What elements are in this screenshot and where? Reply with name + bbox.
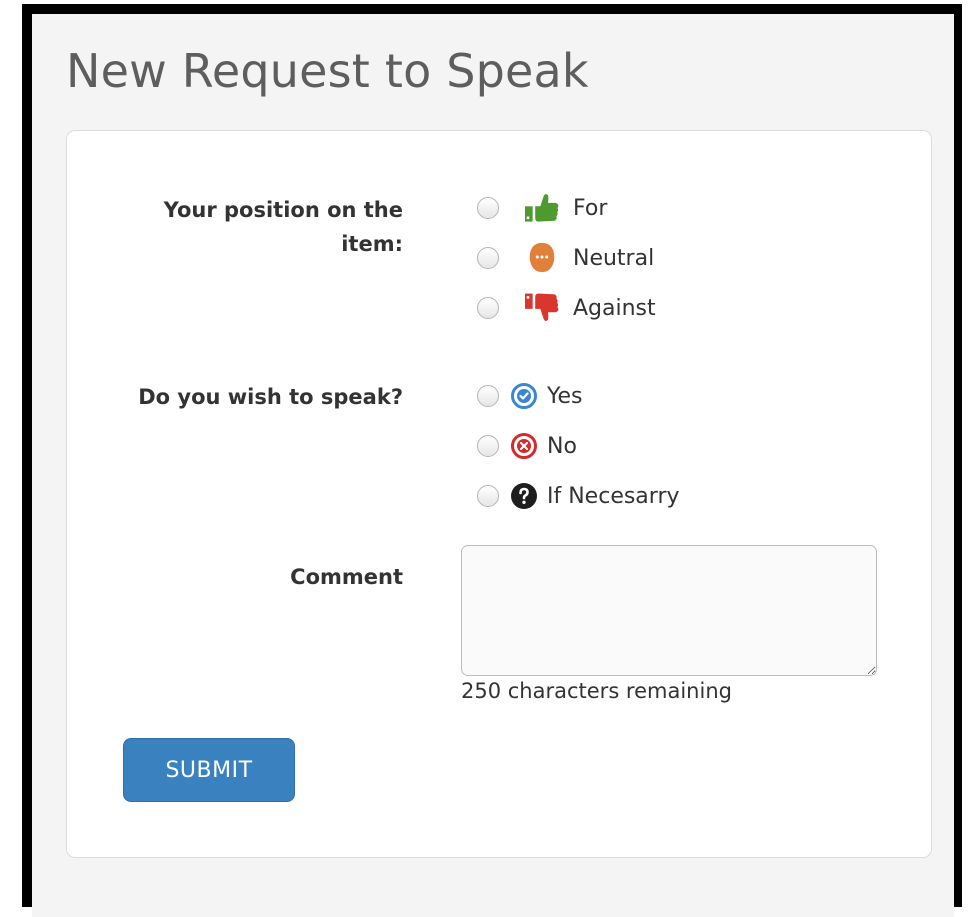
chars-remaining-text: 250 characters remaining (461, 679, 732, 703)
speak-label-no: No (547, 433, 577, 459)
speak-option-yes[interactable]: Yes (477, 378, 583, 414)
submit-button[interactable]: SUBMIT (123, 738, 295, 802)
speak-option-no[interactable]: No (477, 428, 577, 464)
position-option-for[interactable]: For (477, 190, 607, 226)
radio-for[interactable] (477, 197, 499, 219)
page-title: New Request to Speak (66, 44, 589, 98)
neutral-face-icon (525, 241, 559, 275)
window-frame: New Request to Speak Your position on th… (22, 4, 962, 917)
position-label: Your position on the item: (163, 198, 403, 256)
x-circle-icon (509, 429, 539, 463)
speak-label-if-necessary: If Necesarry (547, 483, 680, 509)
request-panel: New Request to Speak Your position on th… (32, 14, 954, 917)
comment-textarea[interactable] (461, 545, 877, 676)
position-option-against[interactable]: Against (477, 290, 656, 326)
position-option-neutral[interactable]: Neutral (477, 240, 654, 276)
radio-against[interactable] (477, 297, 499, 319)
question-circle-icon (509, 479, 539, 513)
speak-option-if-necessary[interactable]: If Necesarry (477, 478, 680, 514)
position-label-against: Against (573, 295, 656, 321)
check-circle-icon (509, 379, 539, 413)
radio-no[interactable] (477, 435, 499, 457)
radio-neutral[interactable] (477, 247, 499, 269)
radio-yes[interactable] (477, 385, 499, 407)
speak-label-yes: Yes (547, 383, 583, 409)
request-form: Your position on the item: For Neutral A… (66, 130, 932, 858)
speak-label: Do you wish to speak? (138, 385, 403, 409)
radio-if-necessary[interactable] (477, 485, 499, 507)
position-label-for: For (573, 195, 608, 221)
thumbs-up-icon (525, 191, 559, 225)
comment-label: Comment (290, 565, 403, 589)
thumbs-down-icon (525, 291, 559, 325)
position-label-neutral: Neutral (573, 245, 655, 271)
